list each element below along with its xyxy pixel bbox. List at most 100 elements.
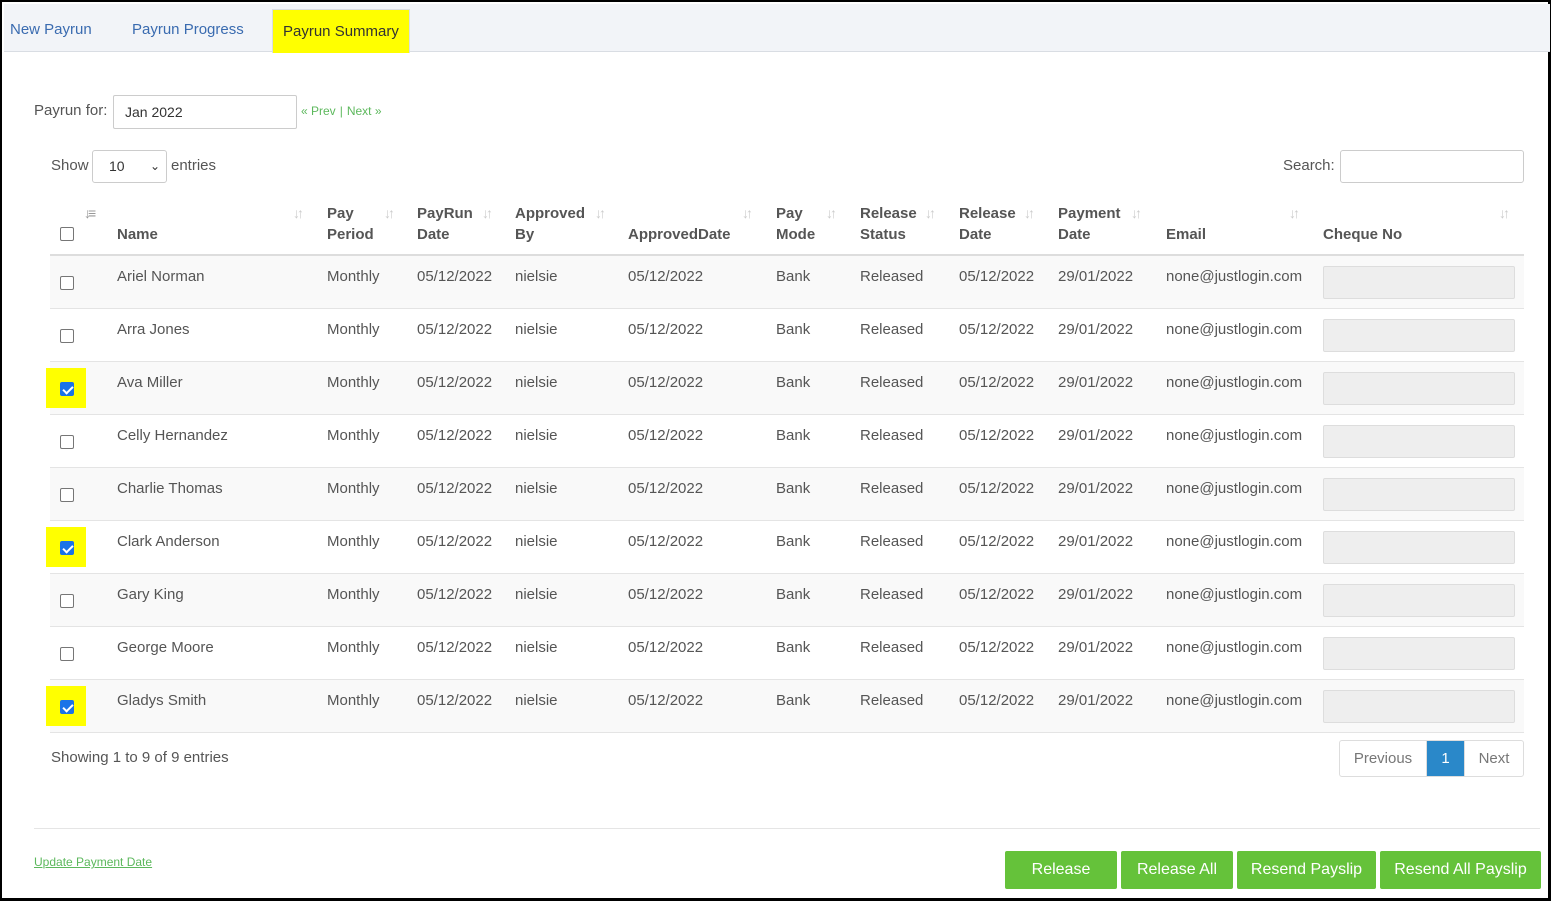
cell-name: Gary King [117, 586, 184, 603]
cheque-no-input[interactable] [1323, 637, 1515, 670]
row-checkbox[interactable] [60, 382, 74, 396]
cell-approved-by: nielsie [515, 427, 558, 444]
resend-all-payslip-button[interactable]: Resend All Payslip [1380, 851, 1541, 889]
sort-icon[interactable]: ↓↑ [742, 205, 753, 221]
cell-approved-by: nielsie [515, 480, 558, 497]
sort-icon[interactable]: ↓↑ [384, 205, 395, 221]
cell-name: Ava Miller [117, 374, 183, 391]
table-row: Gladys Smith Monthly 05/12/2022 nielsie 05/1… [46, 680, 1524, 733]
release-all-button[interactable]: Release All [1121, 851, 1233, 889]
column-header-payment-date[interactable]: Payment Date [1058, 203, 1121, 245]
cell-release-date: 05/12/2022 [959, 374, 1035, 391]
release-button[interactable]: Release [1005, 851, 1117, 889]
entries-value: 10 [109, 158, 125, 174]
period-separator: | [339, 104, 343, 118]
row-checkbox[interactable] [60, 541, 74, 555]
tab-payrun-summary[interactable]: Payrun Summary [272, 9, 410, 53]
cell-release-status: Released [860, 692, 924, 709]
cell-pay-mode: Bank [776, 692, 811, 709]
sort-icon[interactable]: ↓↑ [925, 205, 936, 221]
cell-payrun-date: 05/12/2022 [417, 480, 493, 497]
sort-icon[interactable]: ↓↑ [1131, 205, 1142, 221]
sort-icon[interactable]: ↓↑ [1289, 205, 1300, 221]
cell-email: none@justlogin.com [1166, 321, 1303, 338]
cell-release-date: 05/12/2022 [959, 692, 1035, 709]
next-page-button[interactable]: Next [1464, 741, 1523, 776]
cheque-no-input[interactable] [1323, 478, 1515, 511]
sort-icon[interactable]: ↓↑ [1024, 205, 1035, 221]
column-header-pay-period[interactable]: Pay Period [327, 203, 374, 245]
column-header-name[interactable]: Name [117, 224, 158, 245]
cell-approved-date: 05/12/2022 [628, 692, 704, 709]
column-header-email[interactable]: Email [1166, 224, 1206, 245]
cell-release-status: Released [860, 427, 924, 444]
cell-pay-period: Monthly [327, 533, 380, 550]
cell-pay-period: Monthly [327, 692, 380, 709]
table-row: Charlie Thomas Monthly 05/12/2022 nielsie 05… [50, 468, 1524, 521]
column-header-release-status[interactable]: Release Status [860, 203, 917, 245]
cell-pay-mode: Bank [776, 268, 811, 285]
update-payment-date-link[interactable]: Update Payment Date [34, 855, 152, 869]
cheque-no-input[interactable] [1323, 584, 1515, 617]
cheque-no-input[interactable] [1323, 266, 1515, 299]
row-checkbox[interactable] [60, 488, 74, 502]
column-header-release-date[interactable]: Release Date [959, 203, 1016, 245]
cell-release-status: Released [860, 586, 924, 603]
column-header-payrun-date[interactable]: PayRun Date [417, 203, 473, 245]
sort-icon[interactable]: ↓↑ [482, 205, 493, 221]
cheque-no-input[interactable] [1323, 372, 1515, 405]
row-checkbox[interactable] [60, 647, 74, 661]
cell-approved-date: 05/12/2022 [628, 427, 704, 444]
cell-email: none@justlogin.com [1166, 374, 1303, 391]
row-checkbox[interactable] [60, 276, 74, 290]
cell-approved-by: nielsie [515, 692, 558, 709]
row-checkbox[interactable] [60, 329, 74, 343]
cell-pay-mode: Bank [776, 533, 811, 550]
cell-pay-period: Monthly [327, 427, 380, 444]
cheque-no-input[interactable] [1323, 531, 1515, 564]
cheque-no-input[interactable] [1323, 690, 1515, 723]
resend-payslip-button[interactable]: Resend Payslip [1237, 851, 1376, 889]
next-period-link[interactable]: Next » [347, 104, 382, 118]
sort-icon[interactable]: ↓↑ [595, 205, 606, 221]
cell-release-status: Released [860, 374, 924, 391]
cell-pay-period: Monthly [327, 374, 380, 391]
cell-approved-date: 05/12/2022 [628, 480, 704, 497]
cell-name: Arra Jones [117, 321, 190, 338]
cell-release-status: Released [860, 321, 924, 338]
cell-payment-date: 29/01/2022 [1058, 374, 1134, 391]
sort-icon[interactable]: ↓↑ [1499, 205, 1510, 221]
entries-per-page-select[interactable]: 10 ⌄ [92, 150, 167, 183]
column-header-pay-mode[interactable]: Pay Mode [776, 203, 815, 245]
cell-email: none@justlogin.com [1166, 268, 1303, 285]
cell-approved-by: nielsie [515, 321, 558, 338]
table-header: ↓≡ ↓↑ Name ↓↑ Pay Period ↓↑ PayRun Date ↓↑… [50, 195, 1524, 256]
table-row: Gary King Monthly 05/12/2022 nielsie 05/12/2… [50, 574, 1524, 627]
tab-payrun-progress[interactable]: Payrun Progress [132, 8, 244, 52]
cheque-no-input[interactable] [1323, 319, 1515, 352]
cell-email: none@justlogin.com [1166, 692, 1303, 709]
cell-release-date: 05/12/2022 [959, 586, 1035, 603]
row-checkbox[interactable] [60, 435, 74, 449]
search-input[interactable] [1340, 150, 1524, 183]
column-header-approved-by[interactable]: Approved By [515, 203, 585, 245]
sort-icon[interactable]: ↓↑ [826, 205, 837, 221]
sort-icon[interactable]: ↓≡ [84, 205, 96, 221]
row-checkbox[interactable] [60, 594, 74, 608]
cell-release-status: Released [860, 268, 924, 285]
chevron-down-icon: ⌄ [149, 159, 160, 173]
row-checkbox[interactable] [60, 700, 74, 714]
payrun-month-input[interactable] [113, 95, 297, 129]
column-header-cheque-no[interactable]: Cheque No [1323, 224, 1402, 245]
previous-page-button[interactable]: Previous [1340, 741, 1427, 776]
cell-pay-period: Monthly [327, 321, 380, 338]
tab-new-payrun[interactable]: New Payrun [10, 8, 92, 52]
cell-payment-date: 29/01/2022 [1058, 321, 1134, 338]
column-header-approved-date[interactable]: ApprovedDate [628, 224, 731, 245]
cheque-no-input[interactable] [1323, 425, 1515, 458]
page-1-button[interactable]: 1 [1427, 741, 1464, 776]
sort-icon[interactable]: ↓↑ [293, 205, 304, 221]
cell-name: Gladys Smith [117, 692, 207, 709]
select-all-checkbox[interactable] [60, 227, 74, 241]
prev-period-link[interactable]: « Prev [301, 104, 336, 118]
